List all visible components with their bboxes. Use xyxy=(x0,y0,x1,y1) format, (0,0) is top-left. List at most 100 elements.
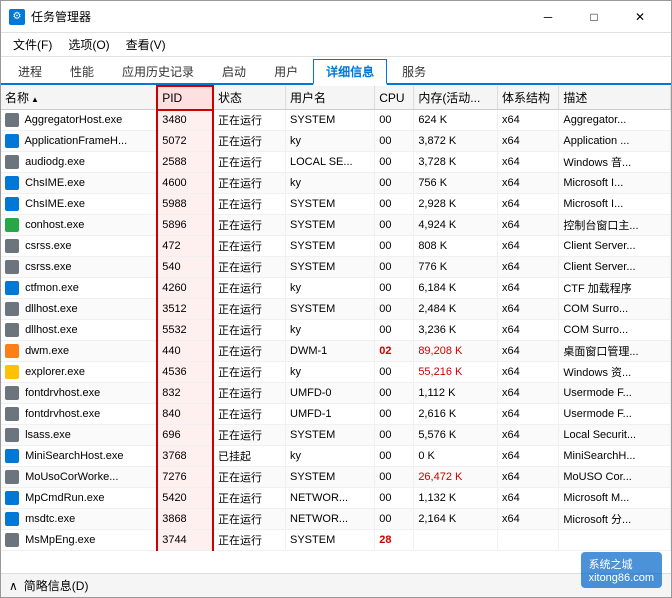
cell-mem: 2,616 K xyxy=(414,404,498,425)
table-row[interactable]: audiodg.exe 2588 正在运行 LOCAL SE... 00 3,7… xyxy=(1,152,671,173)
table-row[interactable]: conhost.exe 5896 正在运行 SYSTEM 00 4,924 K … xyxy=(1,215,671,236)
cell-status: 正在运行 xyxy=(213,236,286,257)
cell-arch: x64 xyxy=(498,236,559,257)
col-header-mem[interactable]: 内存(活动... xyxy=(414,86,498,110)
col-header-pid[interactable]: PID xyxy=(157,86,213,110)
cell-desc: COM Surro... xyxy=(559,320,671,341)
table-row[interactable]: csrss.exe 472 正在运行 SYSTEM 00 808 K x64 C… xyxy=(1,236,671,257)
cell-cpu: 02 xyxy=(375,341,414,362)
cell-name: dllhost.exe xyxy=(1,320,157,341)
table-row[interactable]: MiniSearchHost.exe 3768 已挂起 ky 00 0 K x6… xyxy=(1,446,671,467)
table-row[interactable]: dwm.exe 440 正在运行 DWM-1 02 89,208 K x64 桌… xyxy=(1,341,671,362)
cell-cpu: 00 xyxy=(375,215,414,236)
cell-cpu: 00 xyxy=(375,467,414,488)
table-row[interactable]: lsass.exe 696 正在运行 SYSTEM 00 5,576 K x64… xyxy=(1,425,671,446)
process-icon xyxy=(5,134,19,148)
process-icon xyxy=(5,281,19,295)
tab-app-history[interactable]: 应用历史记录 xyxy=(109,59,207,83)
table-row[interactable]: ctfmon.exe 4260 正在运行 ky 00 6,184 K x64 C… xyxy=(1,278,671,299)
cell-user: SYSTEM xyxy=(286,530,375,551)
table-row[interactable]: msdtc.exe 3868 正在运行 NETWOR... 00 2,164 K… xyxy=(1,509,671,530)
menu-file[interactable]: 文件(F) xyxy=(5,34,60,55)
tab-services[interactable]: 服务 xyxy=(389,59,439,83)
cell-pid: 540 xyxy=(157,257,213,278)
table-row[interactable]: ApplicationFrameH... 5072 正在运行 ky 00 3,8… xyxy=(1,131,671,152)
tab-users[interactable]: 用户 xyxy=(261,59,311,83)
process-name: conhost.exe xyxy=(25,219,84,231)
table-row[interactable]: ChsIME.exe 5988 正在运行 SYSTEM 00 2,928 K x… xyxy=(1,194,671,215)
cell-user: ky xyxy=(286,131,375,152)
tab-performance[interactable]: 性能 xyxy=(57,59,107,83)
process-table-container[interactable]: 名称▲ PID 状态 用户名 CPU 内存(活动... 体系结构 描述 Aggr… xyxy=(1,85,671,573)
close-button[interactable]: ✕ xyxy=(617,1,663,33)
cell-name: fontdrvhost.exe xyxy=(1,383,157,404)
cell-pid: 5072 xyxy=(157,131,213,152)
cell-pid: 5988 xyxy=(157,194,213,215)
process-icon xyxy=(5,449,19,463)
title-bar: ⚙ 任务管理器 ─ □ ✕ xyxy=(1,1,671,33)
window-title: 任务管理器 xyxy=(31,8,525,25)
cell-arch xyxy=(498,530,559,551)
cell-status: 正在运行 xyxy=(213,488,286,509)
table-row[interactable]: dllhost.exe 5532 正在运行 ky 00 3,236 K x64 … xyxy=(1,320,671,341)
cell-desc: MoUSO Cor... xyxy=(559,467,671,488)
process-name: MoUsoCorWorke... xyxy=(25,471,118,483)
table-row[interactable]: MpCmdRun.exe 5420 正在运行 NETWOR... 00 1,13… xyxy=(1,488,671,509)
status-arrow[interactable]: ∧ xyxy=(9,579,18,593)
col-header-desc[interactable]: 描述 xyxy=(559,86,671,110)
process-name: MsMpEng.exe xyxy=(25,534,95,546)
cell-mem: 2,484 K xyxy=(414,299,498,320)
cell-user: SYSTEM xyxy=(286,110,375,131)
cell-arch: x64 xyxy=(498,110,559,131)
table-row[interactable]: explorer.exe 4536 正在运行 ky 00 55,216 K x6… xyxy=(1,362,671,383)
cell-cpu: 00 xyxy=(375,131,414,152)
cell-desc: Microsoft 分... xyxy=(559,509,671,530)
table-row[interactable]: MsMpEng.exe 3744 正在运行 SYSTEM 28 xyxy=(1,530,671,551)
col-header-user[interactable]: 用户名 xyxy=(286,86,375,110)
cell-arch: x64 xyxy=(498,425,559,446)
cell-name: MiniSearchHost.exe xyxy=(1,446,157,467)
process-name: ChsIME.exe xyxy=(25,177,85,189)
cell-arch: x64 xyxy=(498,404,559,425)
maximize-button[interactable]: □ xyxy=(571,1,617,33)
cell-pid: 5420 xyxy=(157,488,213,509)
cell-pid: 3512 xyxy=(157,299,213,320)
tab-process[interactable]: 进程 xyxy=(5,59,55,83)
process-name: MpCmdRun.exe xyxy=(25,492,104,504)
table-row[interactable]: csrss.exe 540 正在运行 SYSTEM 00 776 K x64 C… xyxy=(1,257,671,278)
table-row[interactable]: ChsIME.exe 4600 正在运行 ky 00 756 K x64 Mic… xyxy=(1,173,671,194)
col-header-status[interactable]: 状态 xyxy=(213,86,286,110)
cell-arch: x64 xyxy=(498,194,559,215)
menu-view[interactable]: 查看(V) xyxy=(118,34,174,55)
table-row[interactable]: MoUsoCorWorke... 7276 正在运行 SYSTEM 00 26,… xyxy=(1,467,671,488)
sort-arrow-name: ▲ xyxy=(31,95,39,104)
process-name: csrss.exe xyxy=(25,261,71,273)
tab-details[interactable]: 详细信息 xyxy=(313,59,387,85)
table-row[interactable]: fontdrvhost.exe 832 正在运行 UMFD-0 00 1,112… xyxy=(1,383,671,404)
cell-arch: x64 xyxy=(498,446,559,467)
cell-user: SYSTEM xyxy=(286,257,375,278)
cell-name: ApplicationFrameH... xyxy=(1,131,157,152)
minimize-button[interactable]: ─ xyxy=(525,1,571,33)
table-row[interactable]: AggregatorHost.exe 3480 正在运行 SYSTEM 00 6… xyxy=(1,110,671,131)
cell-desc: Windows 资... xyxy=(559,362,671,383)
status-label[interactable]: 简略信息(D) xyxy=(24,577,89,594)
cell-desc: Windows 音... xyxy=(559,152,671,173)
col-header-name[interactable]: 名称▲ xyxy=(1,86,157,110)
menu-options[interactable]: 选项(O) xyxy=(60,34,117,55)
cell-desc: Client Server... xyxy=(559,257,671,278)
cell-pid: 840 xyxy=(157,404,213,425)
tab-startup[interactable]: 启动 xyxy=(209,59,259,83)
table-row[interactable]: fontdrvhost.exe 840 正在运行 UMFD-1 00 2,616… xyxy=(1,404,671,425)
cell-cpu: 00 xyxy=(375,110,414,131)
col-header-cpu[interactable]: CPU xyxy=(375,86,414,110)
cell-pid: 7276 xyxy=(157,467,213,488)
cell-mem: 0 K xyxy=(414,446,498,467)
cell-name: csrss.exe xyxy=(1,236,157,257)
cell-mem: 3,728 K xyxy=(414,152,498,173)
col-header-arch[interactable]: 体系结构 xyxy=(498,86,559,110)
table-row[interactable]: dllhost.exe 3512 正在运行 SYSTEM 00 2,484 K … xyxy=(1,299,671,320)
cell-desc: COM Surro... xyxy=(559,299,671,320)
cell-status: 正在运行 xyxy=(213,152,286,173)
process-name: ChsIME.exe xyxy=(25,198,85,210)
